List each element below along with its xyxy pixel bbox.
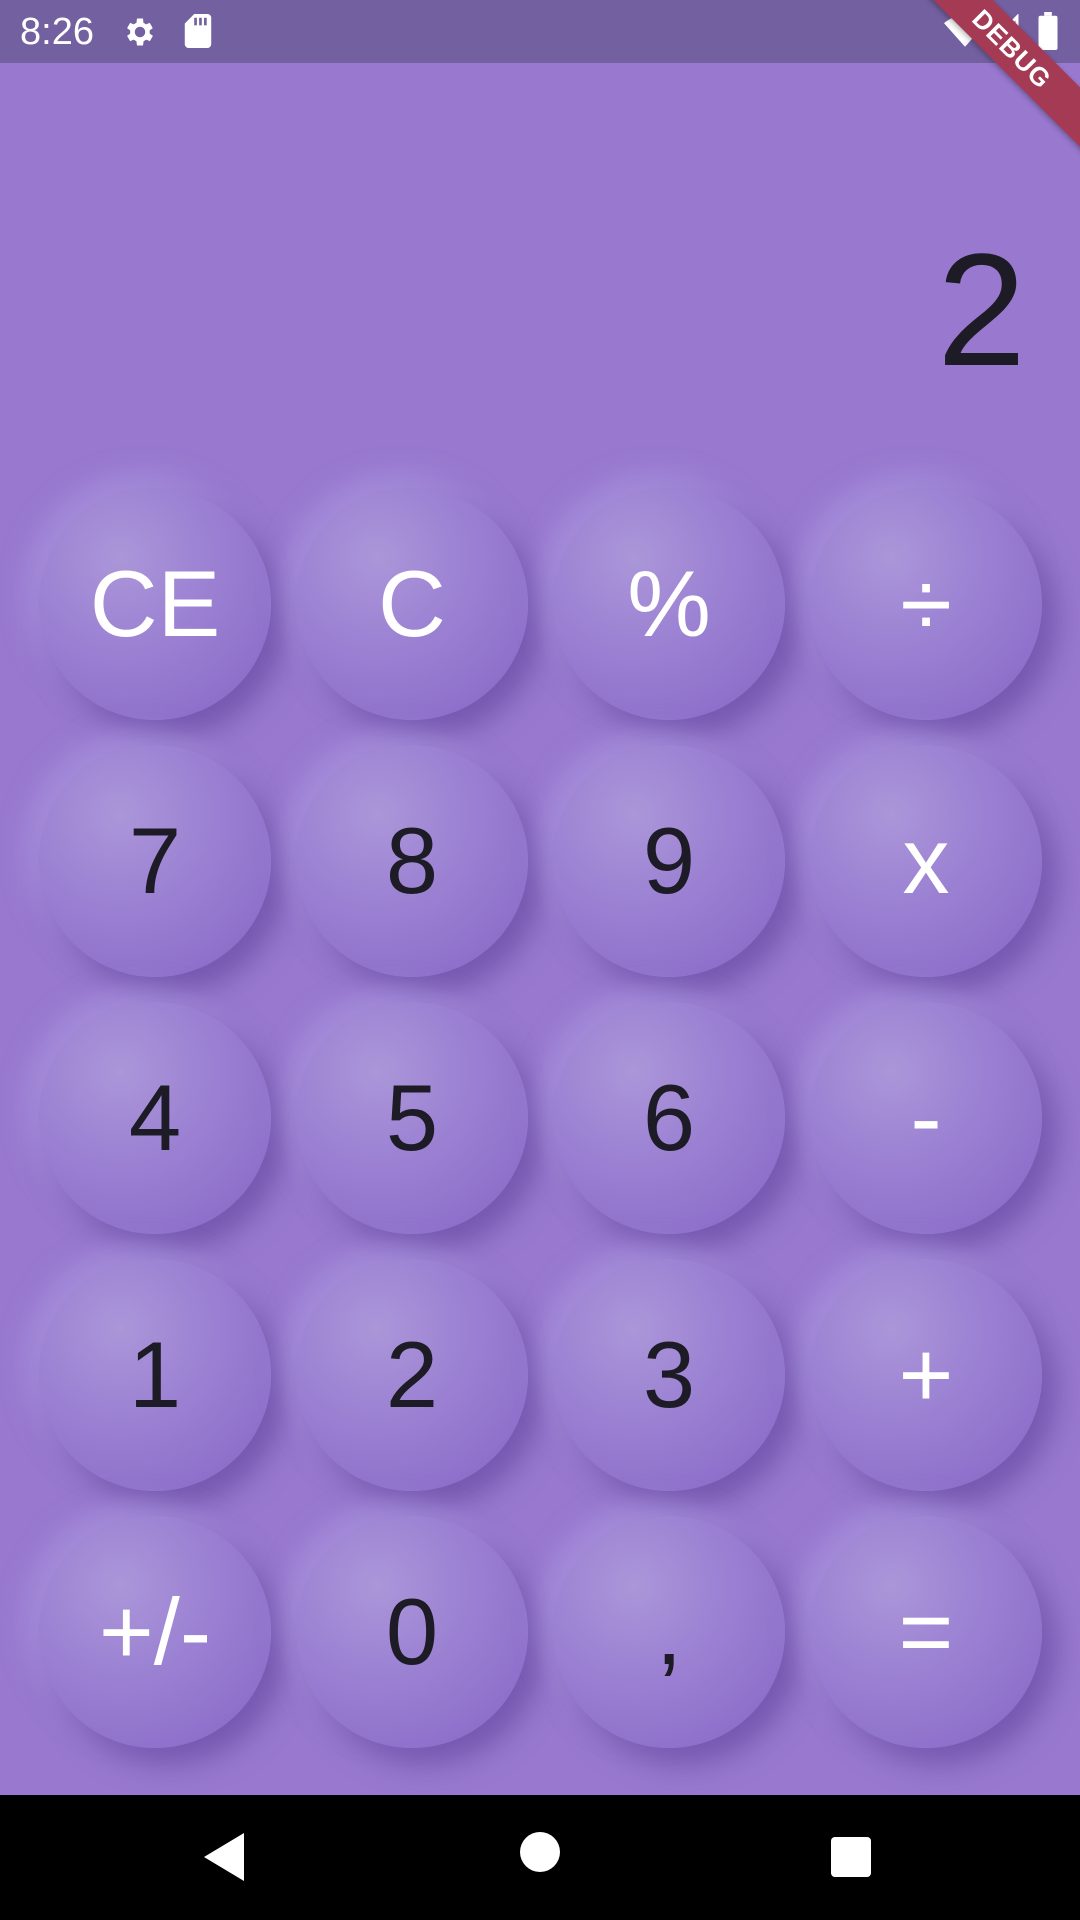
- keypad: CE C % ÷ 7 8 9 x 4 5 6 - 1 2 3 + +/- 0 ,…: [0, 0, 1080, 1795]
- navigation-bar: [0, 1795, 1080, 1920]
- recents-icon[interactable]: [831, 1837, 871, 1877]
- key-4[interactable]: 4: [39, 1002, 271, 1234]
- key-3[interactable]: 3: [553, 1259, 785, 1491]
- key-plus[interactable]: +: [810, 1259, 1042, 1491]
- home-icon[interactable]: [520, 1832, 560, 1872]
- key-equals[interactable]: =: [810, 1516, 1042, 1748]
- key-6[interactable]: 6: [553, 1002, 785, 1234]
- key-1[interactable]: 1: [39, 1259, 271, 1491]
- back-icon[interactable]: [204, 1833, 244, 1881]
- key-0[interactable]: 0: [296, 1516, 528, 1748]
- key-ce[interactable]: CE: [39, 488, 271, 720]
- key-divide[interactable]: ÷: [810, 488, 1042, 720]
- key-percent[interactable]: %: [553, 488, 785, 720]
- key-clear[interactable]: C: [296, 488, 528, 720]
- key-8[interactable]: 8: [296, 745, 528, 977]
- key-5[interactable]: 5: [296, 1002, 528, 1234]
- key-multiply[interactable]: x: [810, 745, 1042, 977]
- key-7[interactable]: 7: [39, 745, 271, 977]
- key-sign-toggle[interactable]: +/-: [39, 1516, 271, 1748]
- key-2[interactable]: 2: [296, 1259, 528, 1491]
- key-minus[interactable]: -: [810, 1002, 1042, 1234]
- key-decimal[interactable]: ,: [553, 1516, 785, 1748]
- key-9[interactable]: 9: [553, 745, 785, 977]
